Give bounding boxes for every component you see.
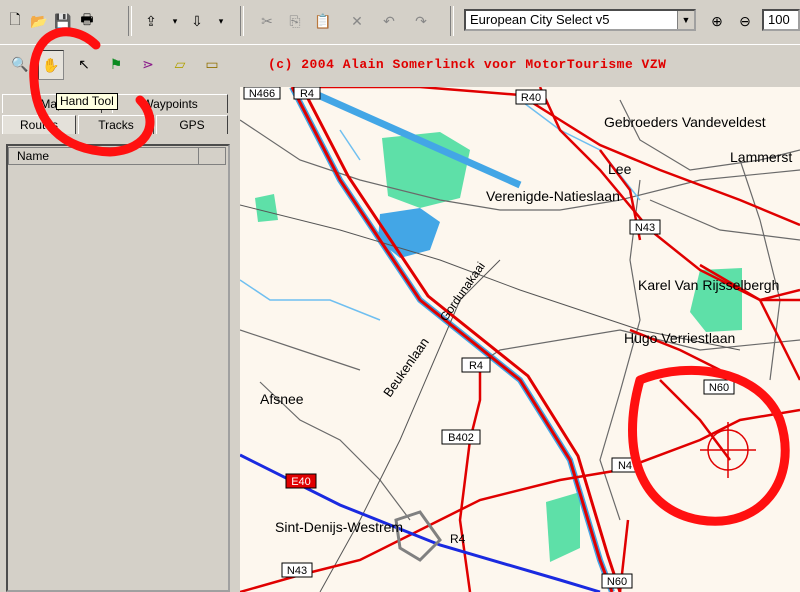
save-icon[interactable]: 💾 xyxy=(52,9,74,33)
tools-toolbar: 🔍 ✋ ↖ ⚑ ⋗ ▱ ▭ xyxy=(0,45,240,87)
label-verenigde: Verenigde-Natieslaan xyxy=(486,188,620,204)
print-icon[interactable]: 🖶 xyxy=(76,9,98,33)
download-dropdown-icon[interactable]: ▾ xyxy=(216,9,226,33)
shield-r40: R40 xyxy=(521,92,541,104)
ruler-tool-icon[interactable]: ▭ xyxy=(200,50,224,78)
zoom-tool-icon[interactable]: 🔍 xyxy=(8,50,32,78)
tab-routes-label: Routes xyxy=(19,118,59,132)
map-canvas[interactable]: Gebroeders Vandeveldest Lammerst Lee Ver… xyxy=(240,87,800,592)
open-icon[interactable]: 📂 xyxy=(28,9,50,33)
shield-e40: E40 xyxy=(291,476,311,488)
zoom-level-field[interactable]: 100 xyxy=(762,9,800,31)
hand-tool-icon[interactable]: ✋ xyxy=(38,50,64,80)
tab-gps[interactable]: GPS xyxy=(156,115,228,134)
park-area xyxy=(255,194,278,222)
delete-icon[interactable]: ✕ xyxy=(346,9,368,33)
label-hugo: Hugo Verriestlaan xyxy=(624,330,735,346)
tab-tracks[interactable]: Tracks xyxy=(78,115,154,134)
zoom-in-icon[interactable]: ⊕ xyxy=(706,9,728,33)
toolbar-separator xyxy=(450,6,454,36)
upload-icon[interactable]: ⇪ xyxy=(140,9,162,33)
shield-r4-top: R4 xyxy=(300,88,314,100)
zoom-level-value: 100 xyxy=(768,12,790,27)
label-ring: R4 xyxy=(450,532,466,546)
label-afsnee: Afsnee xyxy=(260,391,304,407)
paste-icon[interactable]: 📋 xyxy=(312,9,334,33)
route-tool-icon[interactable]: ⋗ xyxy=(136,50,160,78)
tab-waypoints[interactable]: Waypoints xyxy=(112,94,228,113)
polygon-tool-icon[interactable]: ▱ xyxy=(168,50,192,78)
shield-n4: N4 xyxy=(618,460,632,472)
toolbar-separator xyxy=(240,6,244,36)
label-sintdenijs: Sint-Denijs-Westrem xyxy=(275,519,403,535)
shield-n60-a: N60 xyxy=(709,382,729,394)
upload-dropdown-icon[interactable]: ▾ xyxy=(170,9,180,33)
shield-n43-b: N43 xyxy=(287,565,307,577)
label-lee: Lee xyxy=(608,161,632,177)
label-lammerst: Lammerst xyxy=(730,149,792,165)
tab-waypoints-label: Waypoints xyxy=(142,97,198,111)
hand-tool-tooltip: Hand Tool xyxy=(56,93,118,110)
column-header-extra[interactable] xyxy=(198,148,225,164)
copy-icon[interactable]: ⎘ xyxy=(284,9,306,33)
tab-gps-label: GPS xyxy=(179,118,205,132)
undo-icon[interactable]: ↶ xyxy=(378,9,400,33)
list-header[interactable]: Name xyxy=(8,147,226,165)
select-tool-icon[interactable]: ↖ xyxy=(72,50,96,78)
main-toolbar: 🗋 📂 💾 🖶 ⇪ ▾ ⇩ ▾ ✂ ⎘ 📋 ✕ ↶ ↷ European Cit… xyxy=(0,0,800,45)
shield-n466: N466 xyxy=(249,88,275,100)
tab-routes[interactable]: Routes xyxy=(2,115,76,134)
label-karel: Karel Van Rijsselbergh xyxy=(638,277,779,293)
map-product-select[interactable]: European City Select v5 ▼ xyxy=(464,9,696,31)
cut-icon[interactable]: ✂ xyxy=(256,9,278,33)
shield-r4-mid: R4 xyxy=(469,360,483,372)
shield-n43-a: N43 xyxy=(635,222,655,234)
label-gebroeders: Gebroeders Vandeveldest xyxy=(604,114,766,130)
copyright-notice: (c) 2004 Alain Somerlinck voor MotorTour… xyxy=(268,57,667,72)
new-icon[interactable]: 🗋 xyxy=(4,9,26,33)
name-column-header[interactable]: Name xyxy=(17,149,49,163)
tab-tracks-label: Tracks xyxy=(98,118,134,132)
map-product-value: European City Select v5 xyxy=(470,12,610,27)
flag-tool-icon[interactable]: ⚑ xyxy=(104,50,128,78)
shield-n60-b: N60 xyxy=(607,576,627,588)
zoom-out-icon[interactable]: ⊖ xyxy=(734,9,756,33)
chevron-down-icon[interactable]: ▼ xyxy=(677,11,694,29)
toolbar-separator xyxy=(128,6,132,36)
shield-b402: B402 xyxy=(448,432,474,444)
redo-icon[interactable]: ↷ xyxy=(410,9,432,33)
routes-list[interactable] xyxy=(6,144,230,592)
download-icon[interactable]: ⇩ xyxy=(186,9,208,33)
